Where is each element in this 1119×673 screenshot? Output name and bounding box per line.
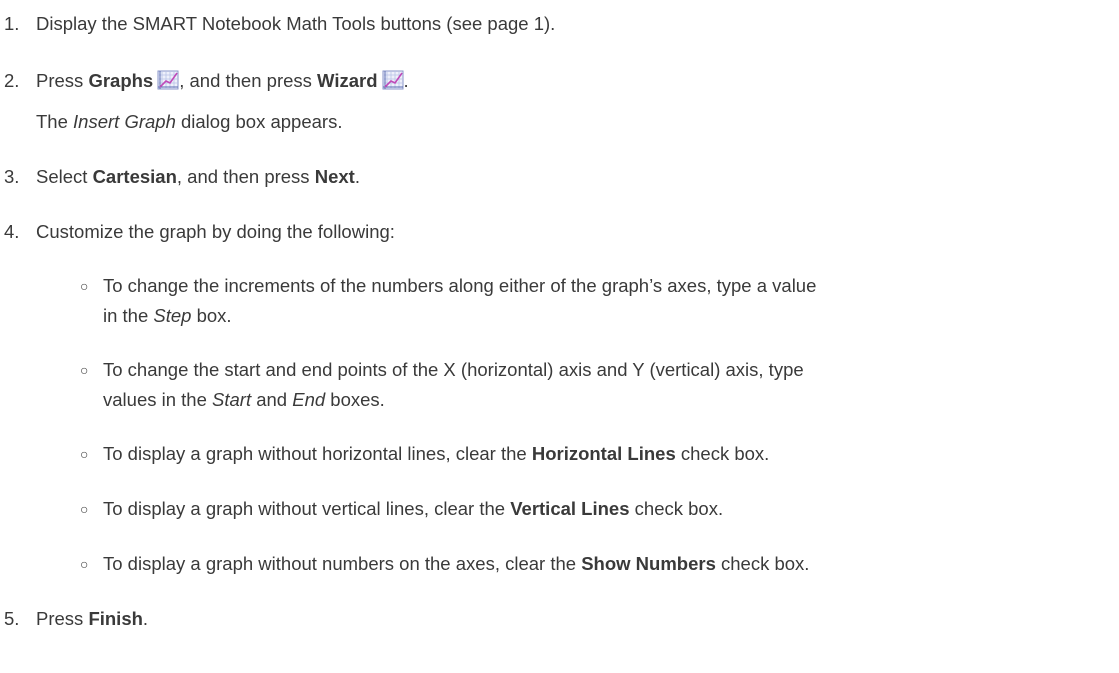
text-fragment: in the bbox=[103, 305, 154, 326]
text-fragment: . bbox=[403, 70, 409, 91]
bullet: ○ bbox=[80, 556, 89, 572]
text-fragment: Press bbox=[36, 70, 89, 91]
next-label: Next bbox=[314, 166, 355, 187]
text-fragment: To display a graph without numbers on th… bbox=[103, 553, 582, 574]
step-number: 2. bbox=[4, 70, 20, 91]
sub-item-text: To display a graph without horizontal li… bbox=[103, 442, 769, 466]
sub-item-text: To display a graph without numbers on th… bbox=[103, 552, 809, 576]
step-note: The Insert Graph dialog box appears. bbox=[36, 110, 342, 134]
cartesian-label: Cartesian bbox=[92, 166, 177, 187]
sub-item-text: values in the Start and End boxes. bbox=[103, 388, 385, 412]
step-text: Select Cartesian, and then press Next. bbox=[36, 165, 360, 189]
step-text: Press Graphs , and then press Wizard . bbox=[36, 69, 409, 93]
graphs-label: Graphs bbox=[88, 70, 154, 91]
text-fragment: box. bbox=[191, 305, 232, 326]
text-fragment: boxes. bbox=[325, 389, 385, 410]
start-box-name: Start bbox=[212, 389, 252, 410]
step-number: 4. bbox=[4, 221, 20, 242]
text-fragment: dialog box appears. bbox=[175, 111, 343, 132]
text-fragment: Select bbox=[36, 166, 93, 187]
sub-item-text: To change the start and end points of th… bbox=[103, 359, 804, 380]
sub-item-text: To change the increments of the numbers … bbox=[103, 275, 817, 296]
step-text: Customize the graph by doing the followi… bbox=[36, 221, 395, 242]
horizontal-lines-label: Horizontal Lines bbox=[531, 443, 676, 464]
dialog-name: Insert Graph bbox=[73, 111, 176, 132]
document-page: 1. Display the SMART Notebook Math Tools… bbox=[0, 0, 1119, 673]
text-fragment: , and then press bbox=[179, 70, 318, 91]
text-fragment: . bbox=[142, 608, 149, 629]
bullet: ○ bbox=[80, 446, 89, 462]
bullet: ○ bbox=[80, 501, 89, 517]
text-fragment: . bbox=[354, 166, 360, 187]
bullet: ○ bbox=[80, 278, 89, 294]
sub-item-text: in the Step box. bbox=[103, 304, 232, 328]
text-fragment: values in the bbox=[103, 389, 213, 410]
bullet: ○ bbox=[80, 362, 89, 378]
text-fragment: check box. bbox=[675, 443, 770, 464]
text-fragment: To display a graph without vertical line… bbox=[103, 498, 511, 519]
text-fragment: The bbox=[36, 111, 74, 132]
step-text: Press Finish. bbox=[36, 607, 148, 631]
text-fragment: , and then press bbox=[176, 166, 315, 187]
text-fragment: and bbox=[251, 389, 293, 410]
end-box-name: End bbox=[292, 389, 326, 410]
graph-icon bbox=[157, 70, 179, 90]
step-text: Display the SMART Notebook Math Tools bu… bbox=[36, 13, 556, 34]
vertical-lines-label: Vertical Lines bbox=[510, 498, 630, 519]
text-fragment: check box. bbox=[715, 553, 810, 574]
finish-label: Finish bbox=[88, 608, 143, 629]
step-number: 5. bbox=[4, 608, 20, 629]
graph-wizard-icon bbox=[382, 70, 404, 90]
sub-item-text: To display a graph without vertical line… bbox=[103, 497, 723, 521]
text-fragment: To display a graph without horizontal li… bbox=[103, 443, 532, 464]
wizard-label: Wizard bbox=[317, 70, 378, 91]
show-numbers-label: Show Numbers bbox=[581, 553, 716, 574]
text-fragment: check box. bbox=[629, 498, 724, 519]
step-number: 1. bbox=[4, 13, 20, 34]
text-fragment: Press bbox=[36, 608, 89, 629]
step-number: 3. bbox=[4, 166, 20, 187]
step-box-name: Step bbox=[153, 305, 192, 326]
